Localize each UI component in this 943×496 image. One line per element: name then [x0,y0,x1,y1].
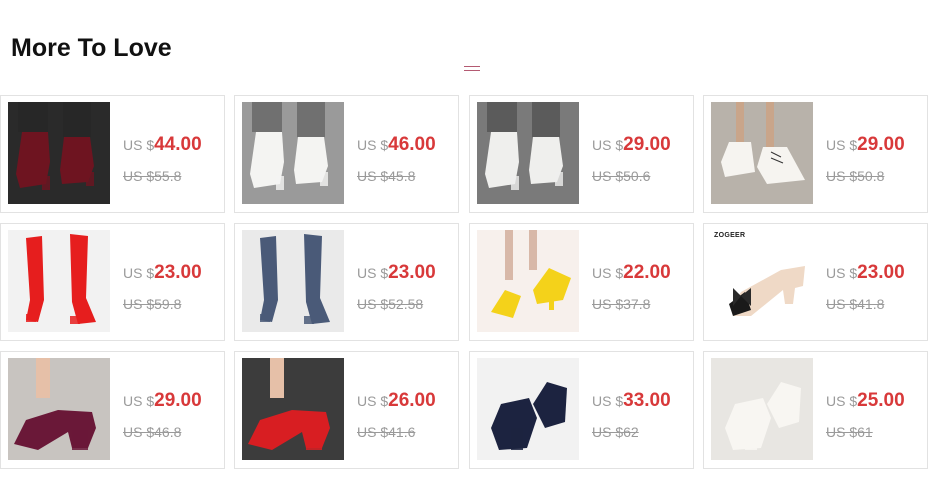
product-image[interactable] [8,230,110,332]
price-value: 33.00 [623,390,671,411]
currency-label: US $ [592,265,624,281]
price-value: 23.00 [154,262,202,283]
price: US $23.00 [357,262,436,284]
original-price: US $61 [826,424,873,440]
section-title: More To Love [11,34,172,62]
product-image[interactable] [477,230,579,332]
original-price: US $55.8 [123,168,182,184]
price-value: 46.00 [388,134,436,155]
price: US $29.00 [592,134,671,156]
original-price: US $41.6 [357,424,416,440]
product-image[interactable] [477,358,579,460]
product-card[interactable]: US $23.00 US $59.8 [0,223,225,341]
product-image[interactable] [242,102,344,204]
original-price: US $62 [592,424,639,440]
product-card[interactable]: US $44.00 US $55.8 [0,95,225,213]
currency-label: US $ [357,393,389,409]
price: US $23.00 [123,262,202,284]
price-value: 23.00 [857,262,905,283]
product-image[interactable] [242,230,344,332]
price-value: 29.00 [623,134,671,155]
price: US $22.00 [592,262,671,284]
product-card[interactable]: ZOGEER US $23.00 US $41.8 [703,223,928,341]
price: US $23.00 [826,262,905,284]
currency-label: US $ [357,137,389,153]
price-value: 26.00 [388,390,436,411]
price-value: 23.00 [388,262,436,283]
price-value: 25.00 [857,390,905,411]
product-card[interactable]: US $23.00 US $52.58 [234,223,459,341]
original-price: US $37.8 [592,296,651,312]
currency-label: US $ [592,393,624,409]
price: US $26.00 [357,390,436,412]
currency-label: US $ [592,137,624,153]
product-card[interactable]: US $33.00 US $62 [469,351,694,469]
original-price: US $46.8 [123,424,182,440]
currency-label: US $ [123,137,155,153]
product-card[interactable]: US $26.00 US $41.6 [234,351,459,469]
product-card[interactable]: US $29.00 US $50.6 [469,95,694,213]
product-grid: US $44.00 US $55.8 US $46.00 US $45.8 US $… [0,95,943,475]
currency-label: US $ [826,137,858,153]
price-value: 29.00 [154,390,202,411]
price: US $44.00 [123,134,202,156]
price: US $33.00 [592,390,671,412]
original-price: US $45.8 [357,168,416,184]
price: US $46.00 [357,134,436,156]
currency-label: US $ [826,393,858,409]
product-card[interactable]: US $25.00 US $61 [703,351,928,469]
price-value: 29.00 [857,134,905,155]
price: US $29.00 [826,134,905,156]
product-image[interactable] [8,102,110,204]
original-price: US $50.6 [592,168,651,184]
product-image[interactable] [711,102,813,204]
product-image[interactable]: ZOGEER [711,230,813,332]
product-image[interactable] [8,358,110,460]
currency-label: US $ [826,265,858,281]
original-price: US $41.8 [826,296,885,312]
currency-label: US $ [357,265,389,281]
currency-label: US $ [123,265,155,281]
price: US $29.00 [123,390,202,412]
brand-logo: ZOGEER [714,232,746,239]
original-price: US $59.8 [123,296,182,312]
product-card[interactable]: US $29.00 US $50.8 [703,95,928,213]
product-image[interactable] [477,102,579,204]
product-image[interactable] [711,358,813,460]
hamburger-icon[interactable] [464,66,480,71]
product-card[interactable]: US $22.00 US $37.8 [469,223,694,341]
product-card[interactable]: US $29.00 US $46.8 [0,351,225,469]
original-price: US $52.58 [357,296,424,312]
price: US $25.00 [826,390,905,412]
product-card[interactable]: US $46.00 US $45.8 [234,95,459,213]
price-value: 44.00 [154,134,202,155]
currency-label: US $ [123,393,155,409]
product-image[interactable] [242,358,344,460]
original-price: US $50.8 [826,168,885,184]
price-value: 22.00 [623,262,671,283]
